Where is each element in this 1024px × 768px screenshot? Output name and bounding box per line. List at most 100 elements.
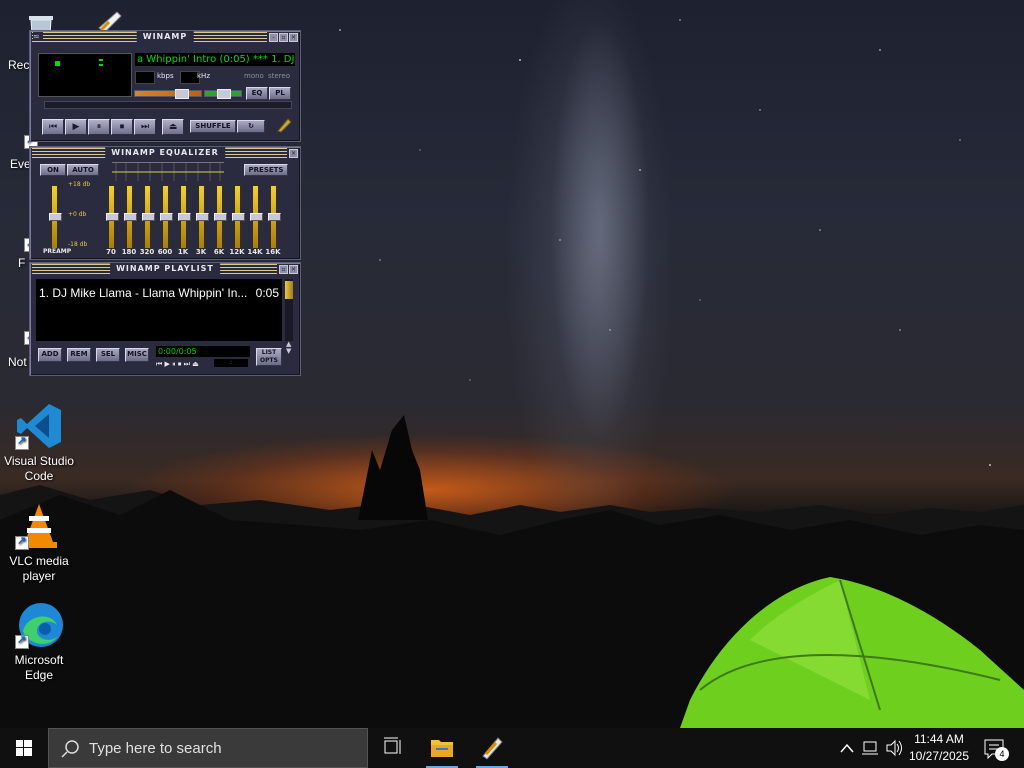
- shuffle-button[interactable]: SHUFFLE: [190, 120, 236, 133]
- equalizer-titlebar[interactable]: WINAMP EQUALIZER ×: [32, 147, 298, 158]
- slider-knob[interactable]: [106, 213, 119, 221]
- taskbar-clock[interactable]: 11:44 AM 10/27/2025: [904, 731, 974, 765]
- folder-icon: [431, 740, 453, 757]
- action-center-button[interactable]: 4: [980, 728, 1010, 768]
- close-button[interactable]: ×: [289, 265, 298, 274]
- eq-band-slider[interactable]: [124, 185, 137, 249]
- eq-band-label: 14K: [247, 248, 263, 256]
- playlist-titlebar[interactable]: WINAMP PLAYLIST ▫ ×: [32, 263, 298, 274]
- kbps-display: [135, 71, 155, 84]
- network-tray-button[interactable]: [860, 728, 882, 768]
- eq-toggle-button[interactable]: EQ: [246, 87, 268, 100]
- eq-band-slider[interactable]: [268, 185, 281, 249]
- minimize-button[interactable]: -: [269, 33, 278, 42]
- eq-auto-button[interactable]: AUTO: [67, 164, 99, 176]
- eq-band-slider[interactable]: [232, 185, 245, 249]
- notification-count-badge: 4: [995, 747, 1009, 761]
- desktop-icon-label: F: [18, 256, 26, 270]
- taskbar-winamp[interactable]: [472, 728, 512, 768]
- volume-thumb[interactable]: [175, 89, 189, 99]
- eq-band-slider[interactable]: [250, 185, 263, 249]
- playlist-item-title: 1. DJ Mike Llama - Llama Whippin' In...: [39, 286, 248, 300]
- eq-band-label: 70: [106, 248, 116, 256]
- close-button[interactable]: ×: [289, 149, 298, 158]
- eq-band-slider[interactable]: [142, 185, 155, 249]
- eq-band-label: 12K: [229, 248, 245, 256]
- slider-knob[interactable]: [214, 213, 227, 221]
- winamp-playlist-window: WINAMP PLAYLIST ▫ × 1. DJ Mike Llama - Ll…: [29, 262, 301, 376]
- next-button[interactable]: ⏭: [134, 119, 156, 135]
- eq-band-slider[interactable]: [214, 185, 227, 249]
- slider-knob[interactable]: [160, 213, 173, 221]
- slider-knob[interactable]: [142, 213, 155, 221]
- shade-button[interactable]: ▫: [279, 33, 288, 42]
- slider-knob[interactable]: [196, 213, 209, 221]
- playlist-area[interactable]: 1. DJ Mike Llama - Llama Whippin' In... …: [36, 279, 282, 341]
- winamp-logo-icon[interactable]: [276, 117, 292, 133]
- previous-button[interactable]: ⏮: [42, 119, 64, 135]
- desktop-icon-vscode[interactable]: Visual Studio Code: [0, 402, 78, 484]
- eq-on-button[interactable]: ON: [40, 164, 66, 176]
- play-indicator: [55, 61, 60, 66]
- repeat-button[interactable]: ↻: [237, 120, 265, 133]
- visualizer-display[interactable]: [38, 53, 132, 97]
- mini-time-counter: :: [214, 359, 248, 367]
- vscode-icon: [15, 402, 63, 450]
- show-hidden-icons-button[interactable]: [838, 728, 856, 768]
- winamp-titlebar[interactable]: WINAMP - ▫ ×: [32, 31, 298, 42]
- desktop-icon-vlc[interactable]: VLC media player: [0, 502, 78, 584]
- play-button[interactable]: ▶: [65, 119, 87, 135]
- balance-slider[interactable]: [204, 89, 242, 99]
- slider-knob[interactable]: [49, 213, 62, 221]
- misc-button[interactable]: MISC: [125, 348, 149, 362]
- preamp-slider[interactable]: [49, 185, 62, 249]
- playlist-toggle-button[interactable]: PL: [269, 87, 291, 100]
- mini-transport-controls[interactable]: ⏮ ▶ ⏸ ⏹ ⏭ ⏏: [156, 360, 199, 369]
- taskbar-file-explorer[interactable]: [422, 728, 462, 768]
- close-button[interactable]: ×: [289, 33, 298, 42]
- task-view-button[interactable]: [372, 728, 412, 768]
- pause-button[interactable]: ⏸: [88, 119, 110, 135]
- desktop-icon-label: Eve: [10, 157, 31, 171]
- winamp-menu-icon[interactable]: ≈: [33, 32, 43, 41]
- list-options-button[interactable]: LIST OPTS: [256, 348, 282, 366]
- playlist-scrollbar[interactable]: [285, 279, 293, 341]
- search-icon: [61, 740, 79, 758]
- scrollbar-thumb[interactable]: [285, 281, 293, 299]
- seek-bar[interactable]: [44, 101, 292, 109]
- eq-band-label: 320: [139, 248, 155, 256]
- volume-tray-button[interactable]: [884, 728, 904, 768]
- slider-knob[interactable]: [232, 213, 245, 221]
- playlist-item[interactable]: 1. DJ Mike Llama - Llama Whippin' In... …: [39, 286, 279, 300]
- slider-knob[interactable]: [250, 213, 263, 221]
- slider-knob[interactable]: [178, 213, 191, 221]
- time-digit: [99, 64, 103, 66]
- add-button[interactable]: ADD: [38, 348, 62, 362]
- remove-button[interactable]: REM: [67, 348, 91, 362]
- shortcut-arrow-icon: [15, 633, 29, 649]
- slider-knob[interactable]: [124, 213, 137, 221]
- slider-knob[interactable]: [268, 213, 281, 221]
- eq-presets-button[interactable]: PRESETS: [244, 164, 288, 176]
- chevron-up-icon: [840, 743, 854, 753]
- start-button[interactable]: [0, 728, 48, 768]
- clock-date: 10/27/2025: [908, 749, 970, 763]
- eq-band-slider[interactable]: [196, 185, 209, 249]
- shade-button[interactable]: ▫: [279, 265, 288, 274]
- winamp-main-window: WINAMP - ▫ × ≈ a Whippin' Intro (0:05) *…: [29, 30, 301, 142]
- taskbar-search-box[interactable]: Type here to search: [48, 728, 368, 768]
- song-title-marquee[interactable]: a Whippin' Intro (0:05) *** 1. DJ: [135, 53, 295, 66]
- select-button[interactable]: SEL: [96, 348, 120, 362]
- desktop-icon-edge[interactable]: Microsoft Edge: [0, 601, 78, 683]
- stop-button[interactable]: ⏹: [111, 119, 133, 135]
- eq-band-slider[interactable]: [160, 185, 173, 249]
- shortcut-arrow-icon: [15, 434, 29, 450]
- clock-time: 11:44 AM: [914, 732, 964, 746]
- eject-button[interactable]: ⏏: [162, 119, 184, 135]
- eq-band-slider[interactable]: [178, 185, 191, 249]
- desktop-icon-label: Visual Studio Code: [4, 454, 74, 483]
- eq-band-slider[interactable]: [106, 185, 119, 249]
- volume-slider[interactable]: [134, 89, 202, 99]
- balance-thumb[interactable]: [217, 89, 231, 99]
- playlist-scroll-arrows-icon[interactable]: ▲ ▼: [286, 341, 294, 355]
